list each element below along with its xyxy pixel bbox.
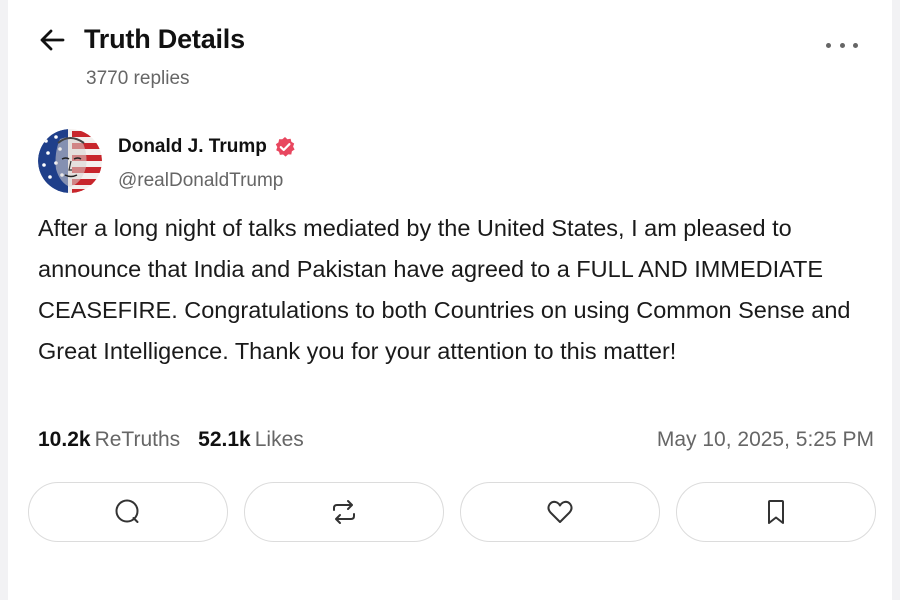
post-timestamp: May 10, 2025, 5:25 PM — [656, 428, 874, 451]
page-title: Truth Details — [84, 24, 245, 54]
truth-details-panel: Truth Details 3770 replies Donald J. Tru… — [8, 0, 892, 600]
like-button[interactable] — [460, 482, 660, 542]
likes-label[interactable]: Likes — [255, 428, 304, 452]
bookmark-button[interactable] — [676, 482, 876, 542]
post-text: After a long night of talks mediated by … — [38, 215, 851, 364]
author-name-row: Donald J. Trump — [118, 136, 296, 158]
verified-badge-icon — [274, 136, 296, 158]
replies-count: 3770 replies — [86, 68, 190, 89]
retruth-button[interactable] — [244, 482, 444, 542]
repost-icon — [329, 497, 359, 527]
more-horizontal-icon[interactable] — [826, 36, 858, 54]
author-handle[interactable]: @realDonaldTrump — [118, 170, 283, 192]
likes-count[interactable]: 52.1k — [198, 428, 251, 452]
action-bar — [28, 482, 878, 544]
comment-icon — [113, 497, 143, 527]
back-arrow-icon[interactable] — [38, 26, 66, 54]
author-name[interactable]: Donald J. Trump — [118, 136, 267, 158]
retruths-count[interactable]: 10.2k — [38, 428, 91, 452]
heart-icon — [545, 497, 575, 527]
reply-button[interactable] — [28, 482, 228, 542]
header: Truth Details — [38, 24, 245, 55]
bookmark-icon — [761, 497, 791, 527]
post-stats: 10.2k ReTruths 52.1k Likes — [38, 428, 304, 452]
retruths-label[interactable]: ReTruths — [95, 428, 181, 452]
avatar[interactable] — [38, 129, 102, 193]
